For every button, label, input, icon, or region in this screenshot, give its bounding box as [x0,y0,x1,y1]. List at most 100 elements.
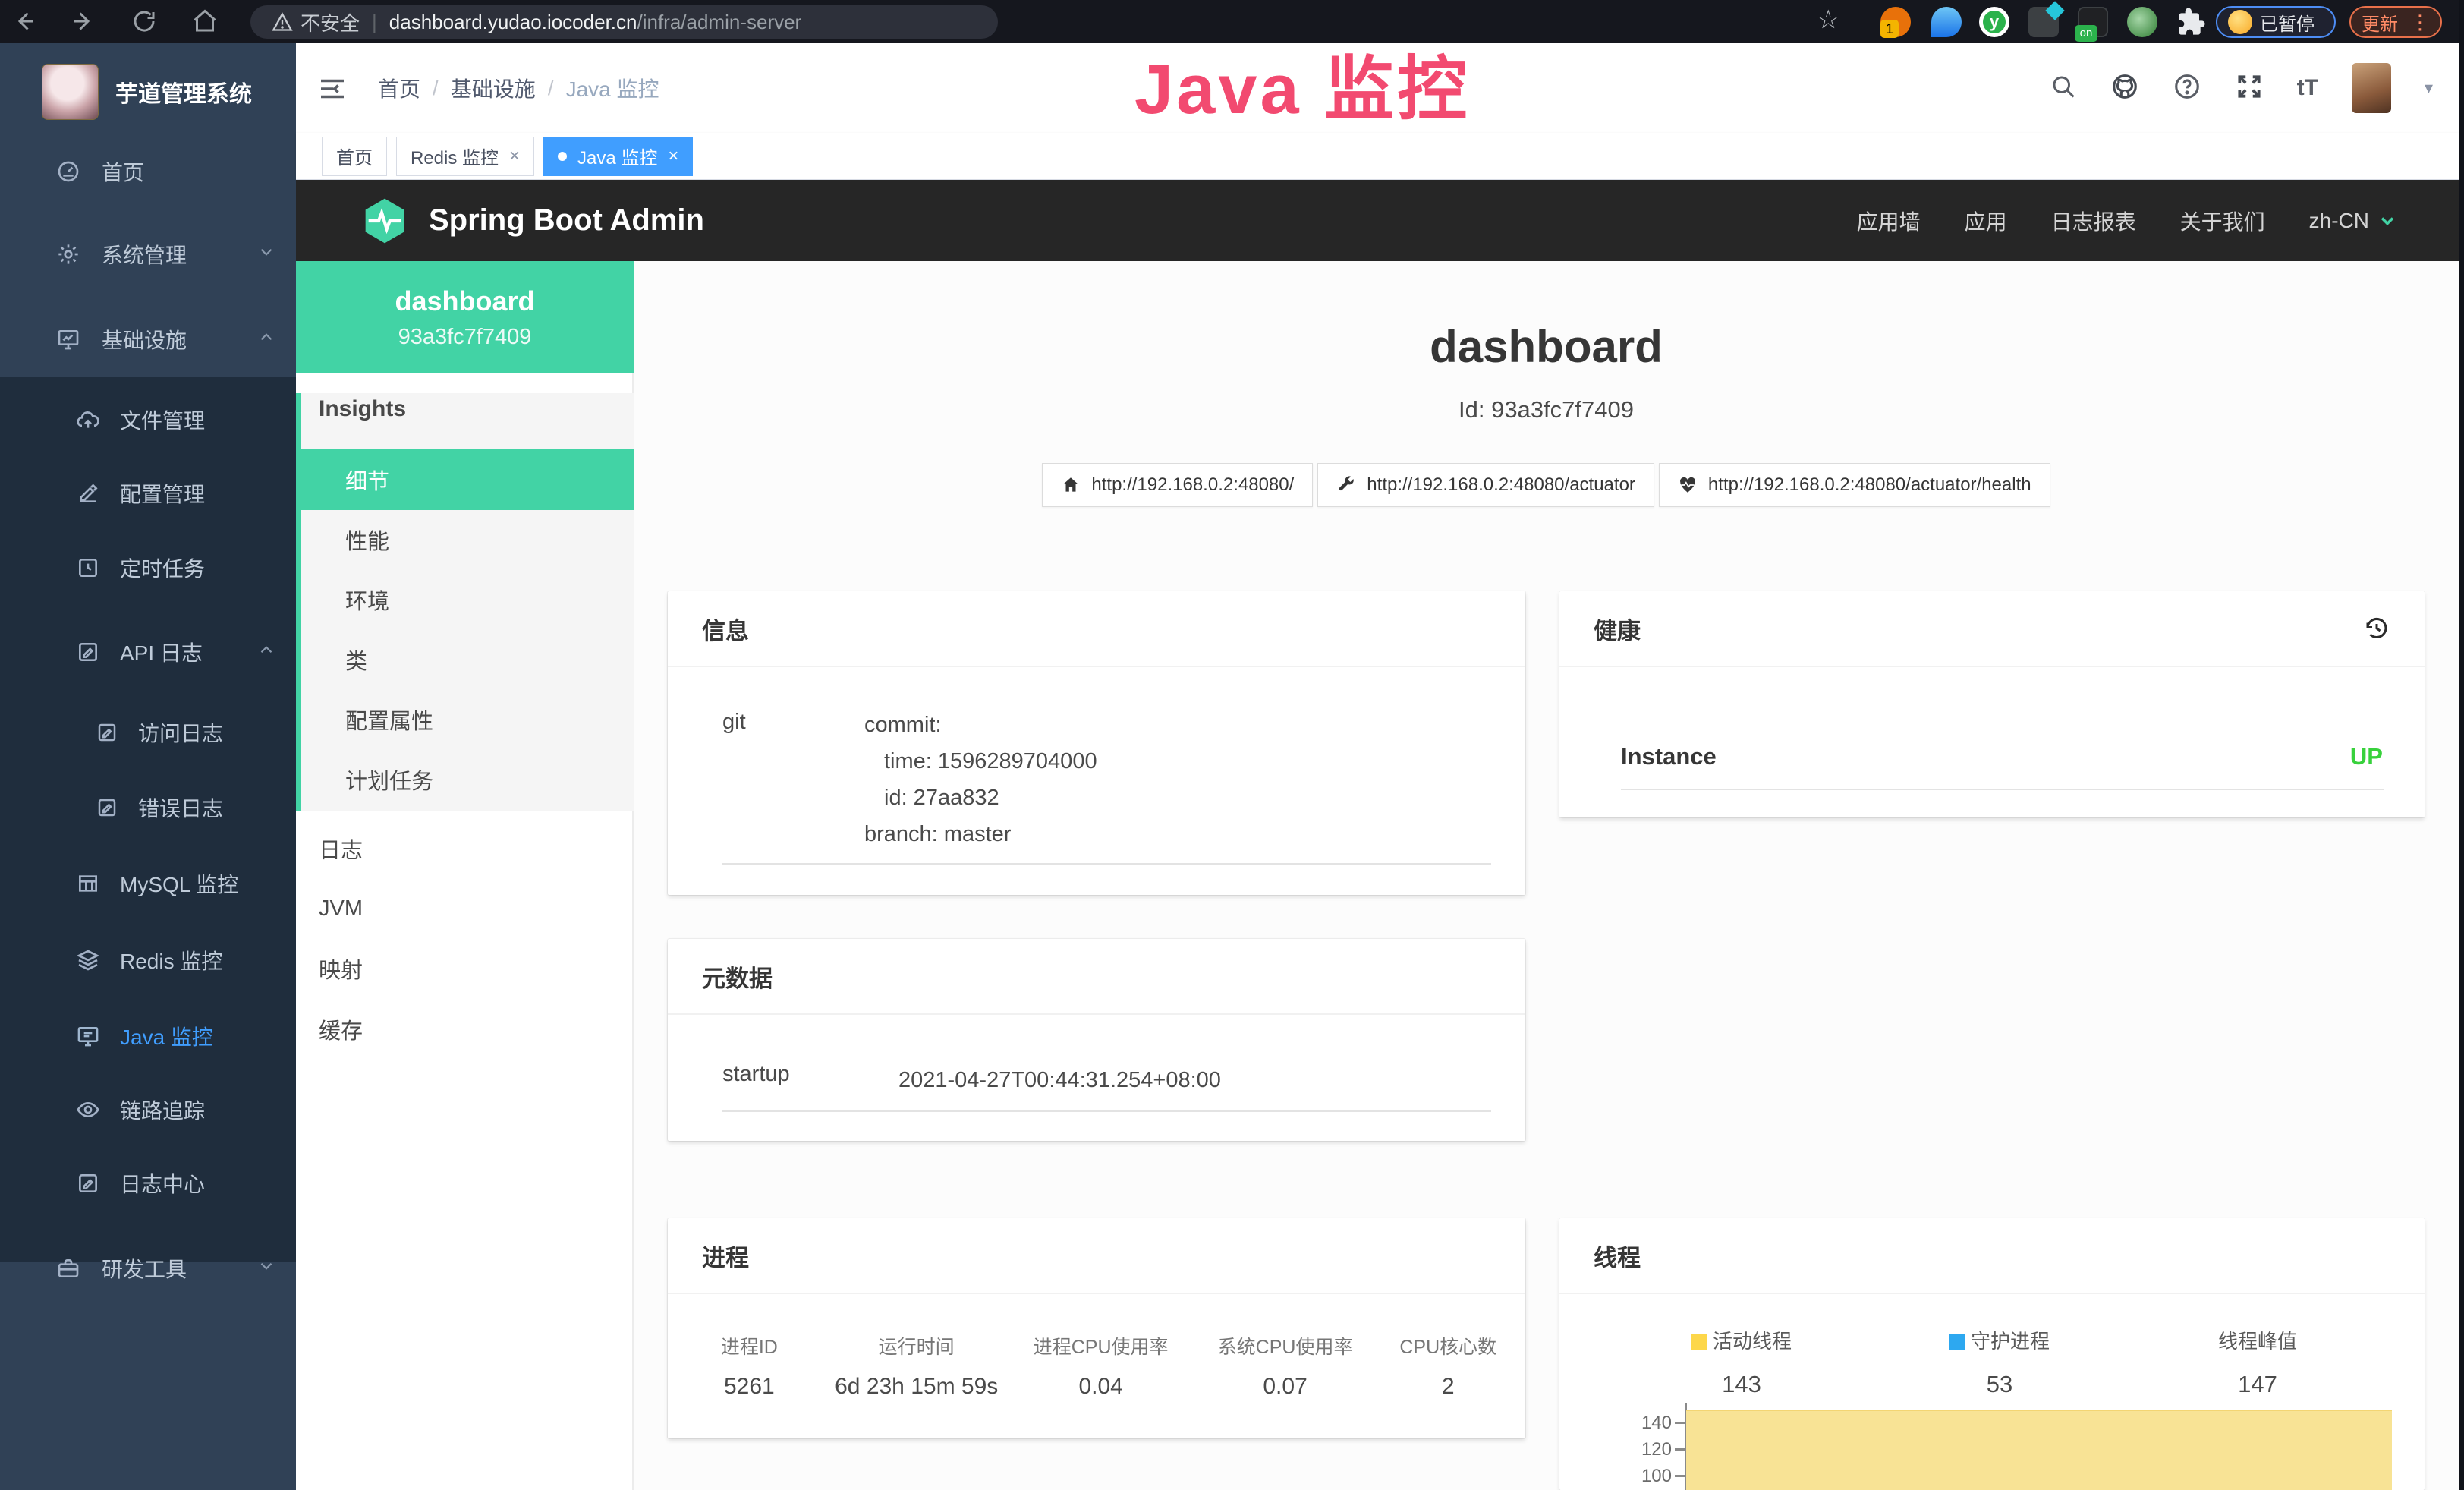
sidebar-item-label: API 日志 [120,637,203,667]
sidebar-item-dev-tools[interactable]: 研发工具 [0,1238,296,1299]
sba-menu-metrics[interactable]: 性能 [296,509,634,570]
tab-label: Redis 监控 [411,143,499,169]
sba-menu-details[interactable]: 细节 [296,449,634,510]
sba-menu-environment[interactable]: 环境 [296,569,634,630]
endpoint-url: http://192.168.0.2:48080/actuator/health [1708,474,2031,496]
sidebar-item-access-log[interactable]: 访问日志 [0,702,296,763]
sidebar-item-label: MySQL 监控 [120,868,238,899]
sba-menu-configprops[interactable]: 配置属性 [296,689,634,750]
font-size-icon[interactable]: tT [2297,75,2318,101]
sidebar-item-tracing[interactable]: 链路追踪 [0,1079,296,1140]
hamburger-icon[interactable] [319,77,346,105]
browser-menu-icon[interactable]: ⋮ [2410,11,2430,34]
sba-instance-header: dashboard 93a3fc7f7409 [296,261,634,373]
card-health: 健康 Instance UP [1559,591,2425,817]
sidebar-item-api-log[interactable]: API 日志 [0,622,296,682]
tab-home[interactable]: 首页 [322,137,387,176]
sba-instance-id: 93a3fc7f7409 [296,317,634,350]
sidebar-item-redis[interactable]: Redis 监控 [0,930,296,991]
reload-icon[interactable] [131,8,158,35]
card-process: 进程 进程ID 运行时间 进程CPU使用率 系统CPU使用率 CPU核心数 52… [668,1218,1525,1438]
sba-nav-journal[interactable]: 日志报表 [2051,206,2136,236]
sba-menu-label: 细节 [345,464,389,496]
tab-redis-monitor[interactable]: Redis 监控 × [396,137,534,176]
app-logo-row[interactable]: 芋道管理系统 [0,57,296,127]
sidebar-item-log-center[interactable]: 日志中心 [0,1153,296,1214]
sidebar-item-config[interactable]: 配置管理 [0,463,296,524]
extension-pin-icon[interactable] [1931,7,1962,37]
monitor-icon [76,1024,100,1048]
sba-menu-scheduled-tasks[interactable]: 计划任务 [296,749,634,810]
extension-search-icon[interactable] [2127,7,2157,37]
extensions-puzzle-icon[interactable] [2176,7,2207,37]
extension-y-icon[interactable]: y [1979,7,2009,37]
sba-nav-wallboard[interactable]: 应用墙 [1857,206,1921,236]
ytick-100: 100 [1626,1466,1672,1487]
edit-square-icon [96,796,118,819]
cloud-upload-icon [76,408,100,432]
sidebar-item-files[interactable]: 文件管理 [0,389,296,450]
sba-brand-title: Spring Boot Admin [429,203,704,238]
sba-menu-label: 日志 [319,833,363,865]
sba-nav-applications[interactable]: 应用 [1965,206,2007,236]
gear-icon [56,242,80,266]
card-threads-title: 线程 [1559,1218,2425,1294]
profile-avatar-emoji [2228,10,2252,34]
sba-menu-mappings[interactable]: 映射 [296,938,634,999]
avatar[interactable] [2352,63,2391,113]
endpoint-url: http://192.168.0.2:48080/actuator [1367,474,1635,496]
url-path: /infra/admin-server [637,11,801,34]
breadcrumb: 首页 / 基础设施 / Java 监控 [378,43,659,133]
legend-peak-threads: 线程峰值 147 [2144,1326,2371,1398]
close-icon[interactable]: × [668,146,678,167]
chevron-up-icon [256,640,276,665]
sidebar-item-jobs[interactable]: 定时任务 [0,537,296,598]
address-bar[interactable]: 不安全 | dashboard.yudao.iocoder.cn/infra/a… [250,5,998,39]
history-icon[interactable] [2363,615,2390,642]
edit-square-icon [76,640,100,664]
endpoint-health-button[interactable]: http://192.168.0.2:48080/actuator/health [1659,463,2050,507]
breadcrumb-infra[interactable]: 基础设施 [451,73,536,103]
search-icon[interactable] [2050,73,2077,104]
home-icon[interactable] [191,8,219,35]
clock-history-icon [76,556,100,580]
monitor-icon [56,327,80,351]
tab-java-monitor-active[interactable]: Java 监控 × [543,137,693,176]
sba-menu-logs[interactable]: 日志 [296,818,634,879]
sba-logo-icon [360,197,409,245]
divider [722,1110,1491,1112]
endpoint-actuator-button[interactable]: http://192.168.0.2:48080/actuator [1317,463,1654,507]
breadcrumb-separator: / [433,76,439,100]
sidebar-item-label: 研发工具 [102,1253,187,1284]
extension-grid-icon[interactable] [2028,7,2059,37]
sba-menu-jvm[interactable]: JVM [296,878,634,939]
sidebar-item-infra[interactable]: 基础设施 [0,309,296,370]
sba-lang-select[interactable]: zh-CN [2309,209,2398,233]
sba-brand[interactable]: Spring Boot Admin [360,180,704,261]
extension-list-icon[interactable]: on [2078,7,2108,37]
sba-nav-about[interactable]: 关于我们 [2180,206,2265,236]
help-icon[interactable] [2173,72,2201,105]
github-icon[interactable] [2110,72,2139,105]
fullscreen-icon[interactable] [2235,72,2264,105]
back-icon[interactable] [11,8,38,35]
sba-menu-caches[interactable]: 缓存 [296,999,634,1060]
app-title: 芋道管理系统 [115,75,252,109]
breadcrumb-home[interactable]: 首页 [378,73,420,103]
sidebar-item-java-active[interactable]: Java 监控 [0,1006,296,1066]
sidebar-item-system[interactable]: 系统管理 [0,224,296,285]
avatar-caret-icon[interactable]: ▾ [2425,78,2433,98]
window-right-edge [2459,0,2464,1490]
sidebar-item-mysql[interactable]: MySQL 监控 [0,853,296,914]
close-icon[interactable]: × [509,146,520,167]
bookmark-star-icon[interactable]: ☆ [1817,5,1844,32]
profile-paused-button[interactable]: 已暂停 [2216,6,2336,38]
sidebar-item-error-log[interactable]: 错误日志 [0,777,296,838]
sidebar-item-home[interactable]: 首页 [0,141,296,202]
security-label: 不安全 [301,8,360,36]
forward-icon[interactable] [70,8,97,35]
browser-update-button[interactable]: 更新 ⋮ [2349,6,2442,38]
sba-menu-classes[interactable]: 类 [296,629,634,690]
not-secure-warning[interactable]: 不安全 [272,8,360,36]
endpoint-home-button[interactable]: http://192.168.0.2:48080/ [1042,463,1313,507]
